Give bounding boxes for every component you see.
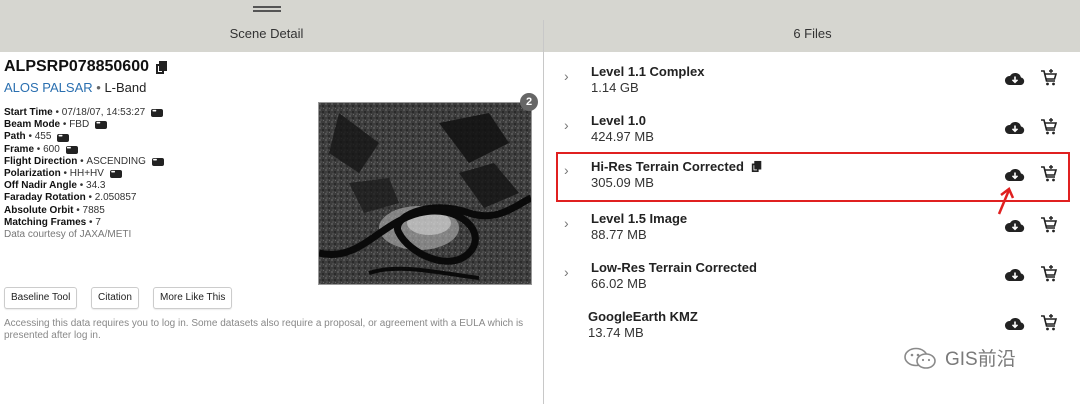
file-name: Hi-Res Terrain Corrected <box>591 159 762 174</box>
meta-value: 7 <box>95 216 101 228</box>
file-size: 88.77 MB <box>591 227 647 242</box>
file-row[interactable]: › Level 1.5 Image 88.77 MB <box>556 205 1070 253</box>
chevron-right-icon[interactable]: › <box>564 117 569 133</box>
download-icon[interactable] <box>1004 219 1026 233</box>
meta-label: Beam Mode <box>4 119 61 131</box>
meta-label: Polarization <box>4 168 61 180</box>
download-icon[interactable] <box>1004 121 1026 135</box>
more-icon[interactable] <box>57 131 70 143</box>
file-row[interactable]: › Level 1.1 Complex 1.14 GB <box>556 58 1070 106</box>
chat-logo-icon <box>904 347 936 369</box>
meta-row: Matching Frames • 7 <box>4 216 101 228</box>
baseline-tool-button[interactable]: Baseline Tool <box>4 287 78 309</box>
meta-label: Start Time <box>4 107 53 118</box>
files-heading: 6 Files <box>793 26 832 41</box>
platform-separator: • <box>96 80 101 95</box>
file-row[interactable]: › Low-Res Terrain Corrected 66.02 MB <box>556 254 1070 302</box>
platform-link[interactable]: ALOS PALSAR <box>4 80 93 95</box>
file-size: 66.02 MB <box>591 276 647 291</box>
file-name-text: Hi-Res Terrain Corrected <box>591 159 744 174</box>
meta-label: Off Nadir Angle <box>4 180 77 192</box>
meta-row: Frame • 600 <box>4 143 164 156</box>
meta-row: Path • 455 <box>4 131 164 143</box>
download-icon[interactable] <box>1004 72 1026 86</box>
file-size: 424.97 MB <box>591 129 654 144</box>
file-name: Level 1.0 <box>591 113 646 128</box>
meta-label: Frame <box>4 143 35 155</box>
file-size: 305.09 MB <box>591 175 654 190</box>
copy-icon[interactable] <box>751 160 762 173</box>
data-courtesy: Data courtesy of JAXA/METI <box>4 229 132 241</box>
meta-value: 34.3 <box>86 180 106 192</box>
citation-button[interactable]: Citation <box>91 287 139 309</box>
meta-label: Flight Direction <box>4 155 78 167</box>
chevron-right-icon[interactable]: › <box>564 264 569 280</box>
watermark: GIS前沿 <box>903 344 1016 371</box>
scene-detail-heading: Scene Detail <box>229 26 304 41</box>
scene-metadata: Start Time • 07/18/07, 14:53:27 Beam Mod… <box>4 106 164 241</box>
chevron-right-icon[interactable]: › <box>564 68 569 84</box>
file-name: Level 1.5 Image <box>591 211 688 226</box>
meta-label: Path <box>4 131 26 143</box>
scene-thumbnail[interactable] <box>318 102 532 285</box>
add-to-cart-icon[interactable] <box>1039 313 1059 333</box>
platform-line: ALOS PALSAR • L-Band <box>4 80 146 95</box>
meta-row: Off Nadir Angle • 34.3 <box>4 180 106 192</box>
scene-title: ALPSRP078850600 <box>4 58 167 76</box>
more-icon[interactable] <box>95 118 108 130</box>
add-to-cart-icon[interactable] <box>1039 264 1059 284</box>
drag-handle-icon[interactable] <box>253 6 281 14</box>
chevron-right-icon[interactable]: › <box>564 162 569 178</box>
more-icon[interactable] <box>109 167 122 179</box>
login-notice: Accessing this data requires you to log … <box>4 318 524 341</box>
meta-value: ASCENDING <box>86 155 146 167</box>
file-name: Low-Res Terrain Corrected <box>591 260 757 275</box>
add-to-cart-icon[interactable] <box>1039 117 1059 137</box>
meta-value: 2.050857 <box>94 192 137 204</box>
meta-row: Flight Direction • ASCENDING <box>4 155 164 168</box>
top-bar: Scene Detail 6 Files <box>0 0 1080 52</box>
meta-label: Absolute Orbit <box>4 204 74 216</box>
thumbnail-count-badge: 2 <box>520 93 538 111</box>
download-icon[interactable] <box>1004 168 1026 182</box>
meta-value: HH+HV <box>69 168 104 180</box>
add-to-cart-icon[interactable] <box>1039 68 1059 88</box>
meta-label: Matching Frames <box>4 216 87 228</box>
file-size: 13.74 MB <box>588 325 644 340</box>
meta-row: Faraday Rotation • 2.050857 <box>4 192 137 204</box>
copy-icon[interactable] <box>155 60 167 74</box>
watermark-text: GIS前沿 <box>945 349 1016 370</box>
meta-value: 07/18/07, 14:53:27 <box>61 107 146 118</box>
more-like-this-button[interactable]: More Like This <box>153 287 233 309</box>
meta-label: Faraday Rotation <box>4 192 86 204</box>
file-name: Level 1.1 Complex <box>591 64 705 79</box>
more-icon[interactable] <box>151 106 164 118</box>
meta-value: FBD <box>69 119 90 131</box>
file-row-selected[interactable]: › Hi-Res Terrain Corrected 305.09 MB <box>556 152 1070 202</box>
panel-divider <box>543 20 544 404</box>
file-row[interactable]: › Level 1.0 424.97 MB <box>556 107 1070 155</box>
meta-row: Beam Mode • FBD <box>4 118 164 131</box>
more-icon[interactable] <box>151 155 164 167</box>
chevron-right-icon[interactable]: › <box>564 215 569 231</box>
file-size: 1.14 GB <box>591 80 639 95</box>
meta-value: 7885 <box>82 204 105 216</box>
meta-row: Start Time • 07/18/07, 14:53:27 <box>4 106 164 119</box>
download-icon[interactable] <box>1004 317 1026 331</box>
scene-id: ALPSRP078850600 <box>4 58 149 75</box>
meta-row: Polarization • HH+HV <box>4 167 164 180</box>
radar-image <box>319 103 531 284</box>
add-to-cart-icon[interactable] <box>1039 215 1059 235</box>
file-name: GoogleEarth KMZ <box>588 309 698 324</box>
meta-value: 600 <box>43 143 60 155</box>
meta-value: 455 <box>34 131 52 143</box>
band-label: L-Band <box>104 80 147 95</box>
add-to-cart-icon[interactable] <box>1039 164 1059 184</box>
meta-row: Absolute Orbit • 7885 <box>4 204 105 216</box>
download-icon[interactable] <box>1004 268 1026 282</box>
more-icon[interactable] <box>65 143 78 155</box>
